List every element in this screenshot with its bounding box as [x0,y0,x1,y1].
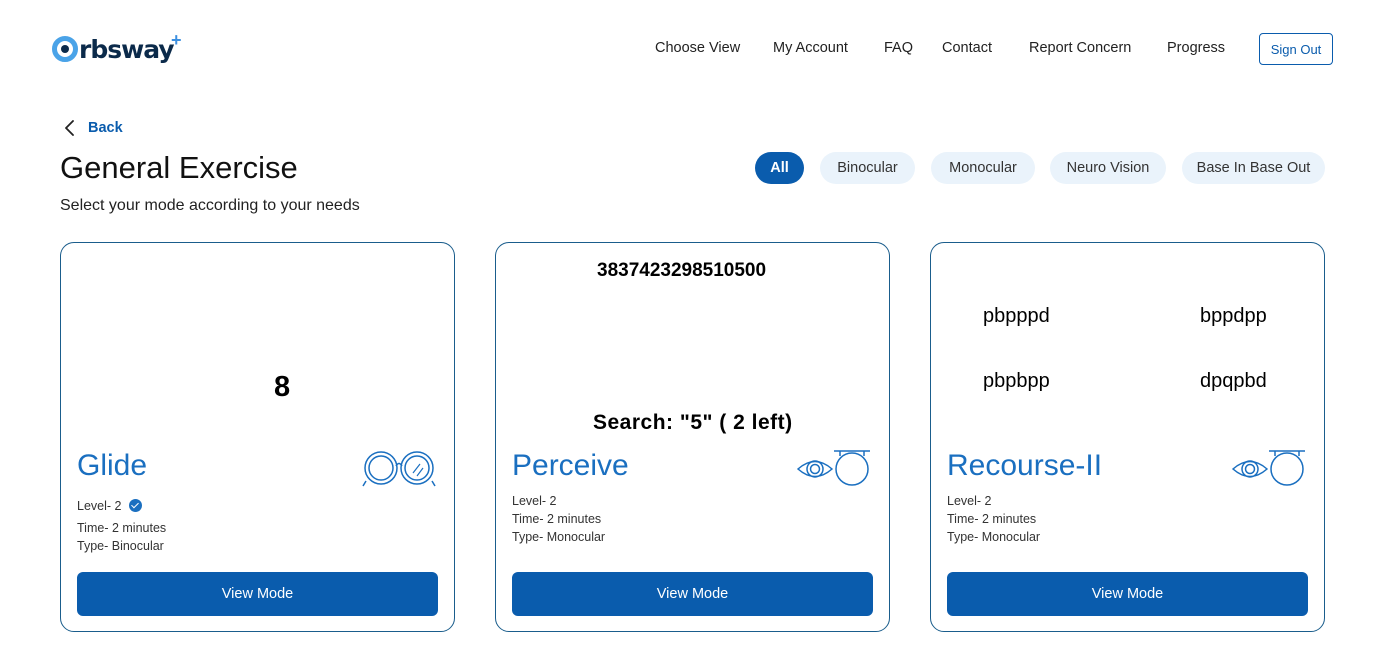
sign-out-button[interactable]: Sign Out [1259,33,1333,65]
card-type: Type- Monocular [947,530,1041,544]
preview-word: pbpppd [983,305,1050,327]
card-time: Time- 2 minutes [512,512,602,526]
nav-faq[interactable]: FAQ [884,40,913,56]
nav-my-account[interactable]: My Account [773,40,848,56]
preview-search-prompt: Search: "5" ( 2 left) [593,411,793,434]
filter-neuro-vision[interactable]: Neuro Vision [1050,152,1166,184]
card-title: Perceive [512,449,629,482]
filter-base-in-base-out[interactable]: Base In Base Out [1182,152,1325,184]
card-time: Time- 2 minutes [947,512,1037,526]
back-link[interactable]: Back [63,119,123,137]
card-type: Type- Binocular [77,539,164,553]
card-title: Recourse-II [947,449,1103,482]
card-type: Type- Monocular [512,530,606,544]
preview-word: bppdpp [1200,305,1267,327]
preview-number-string: 3837423298510500 [597,260,767,281]
page-subtitle: Select your mode according to your needs [60,197,360,214]
view-mode-button[interactable]: View Mode [947,572,1308,616]
filter-all[interactable]: All [755,152,804,184]
preview-word: dpqpbd [1200,370,1267,392]
nav-progress[interactable]: Progress [1167,40,1225,56]
view-mode-button[interactable]: View Mode [77,572,438,616]
card-level: Level- 2 [947,494,992,508]
preview-digit: 8 [274,371,291,403]
preview-word: pbpbpp [983,370,1050,392]
page-title: General Exercise [60,150,298,185]
eye-lens-icon [796,450,870,486]
card-level: Level- 2 [77,499,143,513]
glasses-icon [362,451,436,487]
card-level: Level- 2 [512,494,557,508]
view-mode-button[interactable]: View Mode [512,572,873,616]
nav-contact[interactable]: Contact [942,40,992,56]
exercise-card-recourse-ii: pbpppd bppdpp pbpbpp dpqpbd Recourse-II … [930,242,1325,632]
nav-report-concern[interactable]: Report Concern [1029,40,1131,56]
eye-lens-icon [1231,450,1305,486]
nav-choose-view[interactable]: Choose View [655,40,740,56]
level-text: Level- 2 [77,499,122,513]
filter-monocular[interactable]: Monocular [931,152,1035,184]
card-title: Glide [77,449,148,482]
verified-badge-icon [129,499,143,512]
filter-binocular[interactable]: Binocular [820,152,915,184]
exercise-card-glide: 8 Glide Level- 2 Time- 2 minutes Type- B… [60,242,455,632]
top-nav: Choose View My Account FAQ Contact Repor… [0,40,1383,60]
card-time: Time- 2 minutes [77,521,167,535]
exercise-card-perceive: 3837423298510500 Search: "5" ( 2 left) P… [495,242,890,632]
chevron-left-icon [65,120,74,136]
back-label: Back [88,120,123,136]
